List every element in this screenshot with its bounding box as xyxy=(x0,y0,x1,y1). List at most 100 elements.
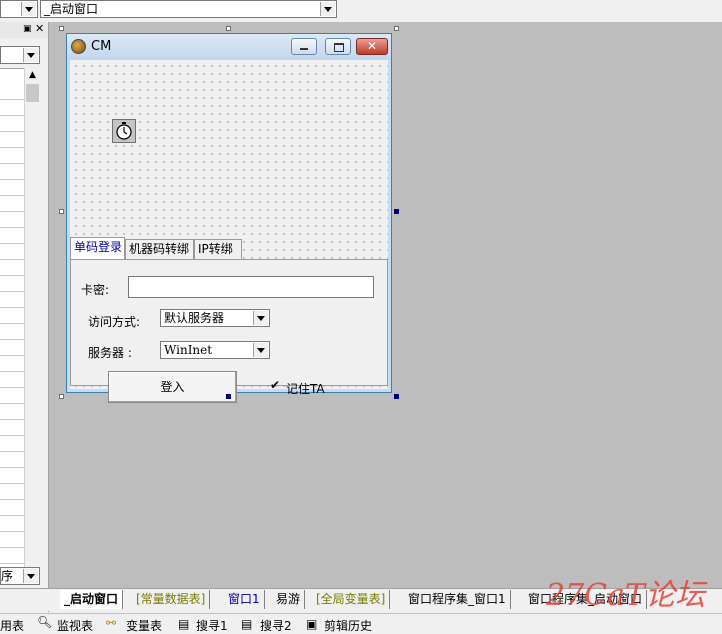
property-row-divider xyxy=(0,563,24,564)
window-selector-value: _启动窗口 xyxy=(44,2,99,16)
maximize-button[interactable] xyxy=(325,38,351,55)
doc-tab[interactable]: _启动窗口 xyxy=(60,590,124,609)
property-row-divider xyxy=(0,483,24,484)
close-icon: ✕ xyxy=(367,39,378,53)
status-item[interactable]: 变量表 xyxy=(126,617,162,634)
doc-tab[interactable]: [全局变量表] xyxy=(312,590,391,609)
doc-tab[interactable]: 窗口程序集_窗口1 xyxy=(404,590,511,609)
property-row-divider xyxy=(0,211,24,212)
form-client-area[interactable]: 单码登录 机器码转绑 IP转绑 卡密: 访问方式: 默认服务器 服务器 : Wi… xyxy=(70,60,388,403)
chevron-down-icon[interactable] xyxy=(23,48,38,62)
minimize-button[interactable] xyxy=(291,38,317,55)
resize-handle-middle-right[interactable] xyxy=(394,209,399,214)
resize-handle-middle-left[interactable] xyxy=(59,209,64,214)
property-sort-combo[interactable]: 序 xyxy=(0,567,40,585)
scroll-thumb[interactable] xyxy=(26,84,39,102)
app-icon xyxy=(71,39,86,54)
chevron-down-icon[interactable] xyxy=(23,569,38,583)
property-row-divider xyxy=(0,99,24,100)
property-grid[interactable] xyxy=(0,68,24,567)
forum-watermark: 27CaT论坛 xyxy=(546,578,706,613)
server-value: WinInet xyxy=(164,343,213,357)
resize-handle-bottom-right[interactable] xyxy=(394,394,399,399)
resize-handle-bottom-left[interactable] xyxy=(59,394,64,399)
property-row-divider xyxy=(0,387,24,388)
object-selector-combo[interactable] xyxy=(0,46,40,64)
access-mode-select[interactable]: 默认服务器 xyxy=(160,309,270,327)
tab-machine-code-rebind[interactable]: 机器码转绑 xyxy=(125,239,194,259)
remember-label: 记住TA xyxy=(286,382,325,396)
property-row-divider xyxy=(0,355,24,356)
doc-tab[interactable]: 窗口1 xyxy=(224,590,265,609)
property-row-divider xyxy=(0,531,24,532)
minimize-icon xyxy=(300,48,308,50)
property-scrollbar[interactable]: ▲ ▼ xyxy=(24,68,41,582)
property-row-divider xyxy=(0,547,24,548)
property-row-divider xyxy=(0,275,24,276)
access-mode-value: 默认服务器 xyxy=(164,311,225,325)
resize-handle-bottom-center[interactable] xyxy=(226,394,231,399)
tab-single-code-login[interactable]: 单码登录 xyxy=(70,237,125,259)
resize-handle-top-left[interactable] xyxy=(59,26,64,31)
status-item[interactable]: 剪辑历史 xyxy=(324,617,372,634)
property-row-divider xyxy=(0,243,24,244)
chevron-down-icon[interactable] xyxy=(253,343,268,357)
status-item[interactable]: 搜寻2 xyxy=(260,617,292,634)
access-mode-label: 访问方式: xyxy=(88,315,141,329)
clipboard-icon: ▣ xyxy=(306,617,318,631)
login-button[interactable]: 登入 xyxy=(108,371,237,403)
property-row-divider xyxy=(0,227,24,228)
property-row-divider xyxy=(0,339,24,340)
doc-tab[interactable]: [常量数据表] xyxy=(132,590,211,609)
property-row-divider xyxy=(0,419,24,420)
status-item[interactable]: 监视表 xyxy=(57,617,93,634)
form-window[interactable]: CM ✕ 单码登录 机器码转绑 IP转绑 卡密: 访问方式: 默认服务器 服务器… xyxy=(66,33,392,403)
timer-component-icon[interactable] xyxy=(112,119,136,143)
pin-icon[interactable]: ▣ xyxy=(23,24,33,34)
status-item[interactable]: 用表 xyxy=(0,617,24,634)
document-icon: ▤ xyxy=(241,617,253,631)
property-row-divider xyxy=(0,371,24,372)
card-key-label: 卡密: xyxy=(81,283,110,297)
search-icon: 🔍︎ xyxy=(37,615,53,629)
property-row-divider xyxy=(0,291,24,292)
tab-ip-rebind[interactable]: IP转绑 xyxy=(194,239,242,259)
panel-header: ▣ ✕ xyxy=(0,22,48,38)
resize-handle-top-center[interactable] xyxy=(226,26,231,31)
chevron-down-icon[interactable] xyxy=(320,2,335,16)
status-item[interactable]: 搜寻1 xyxy=(196,617,228,634)
property-row-divider xyxy=(0,115,24,116)
property-row-divider xyxy=(0,147,24,148)
property-panel: ▣ ✕ … ▲ ▼ 序 性 xyxy=(0,22,49,612)
login-tab-panel: 卡密: 访问方式: 默认服务器 服务器 : WinInet xyxy=(70,259,388,386)
window-titlebar[interactable]: CM ✕ xyxy=(67,34,391,60)
window-selector-combo[interactable]: _启动窗口 xyxy=(40,0,337,18)
property-row-divider xyxy=(0,499,24,500)
close-button[interactable]: ✕ xyxy=(356,38,388,55)
server-select[interactable]: WinInet xyxy=(160,341,270,359)
close-icon[interactable]: ✕ xyxy=(35,23,46,35)
chevron-down-icon[interactable] xyxy=(253,311,268,325)
property-row-divider xyxy=(0,259,24,260)
doc-tab[interactable]: 易游 xyxy=(272,590,306,609)
property-row-divider xyxy=(0,467,24,468)
chevron-down-icon[interactable] xyxy=(21,2,36,16)
login-button-label: 登入 xyxy=(160,380,185,394)
property-row-divider xyxy=(0,515,24,516)
property-row-divider xyxy=(0,403,24,404)
card-key-input[interactable] xyxy=(128,276,374,298)
maximize-icon xyxy=(334,43,344,52)
login-tab-strip[interactable]: 单码登录 机器码转绑 IP转绑 xyxy=(70,237,388,259)
bottom-panel-bar: 用表 🔍︎ 监视表 ⚯ 变量表 ▤ 搜寻1 ▤ 搜寻2 ▣ 剪辑历史 xyxy=(0,613,722,634)
property-row-divider xyxy=(0,451,24,452)
remember-checkbox[interactable]: ✔ xyxy=(270,378,282,393)
variable-icon: ⚯ xyxy=(106,616,117,630)
property-row-divider xyxy=(0,195,24,196)
resize-handle-top-right[interactable] xyxy=(394,26,399,31)
window-title: CM xyxy=(91,39,112,54)
property-sort-value: 序 xyxy=(1,569,14,583)
stopwatch-icon xyxy=(116,122,132,140)
top-left-combo[interactable] xyxy=(0,0,38,18)
scroll-up-icon[interactable]: ▲ xyxy=(25,68,40,83)
property-row-divider xyxy=(0,307,24,308)
